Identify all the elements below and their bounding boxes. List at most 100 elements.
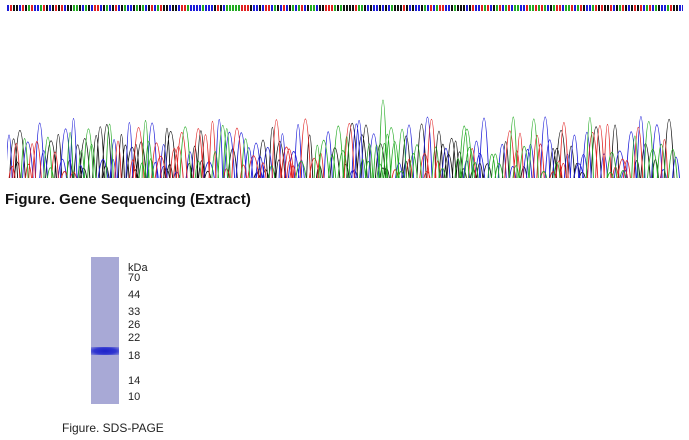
base-call-glyph	[151, 5, 153, 11]
base-call-glyph	[211, 5, 213, 11]
base-call-glyph	[421, 5, 423, 11]
base-call-glyph	[544, 5, 546, 11]
base-call-glyph	[457, 5, 459, 11]
base-call-glyph	[37, 5, 39, 11]
base-call-glyph	[589, 5, 591, 11]
gel-lane	[91, 257, 119, 404]
marker-26: 26	[128, 319, 141, 331]
base-call-glyph	[577, 5, 579, 11]
base-call-glyph	[289, 5, 291, 11]
base-call-glyph	[325, 5, 327, 11]
base-call-glyph	[631, 5, 633, 11]
base-call-glyph	[649, 5, 651, 11]
base-call-glyph	[88, 5, 90, 11]
base-call-glyph	[460, 5, 462, 11]
base-call-glyph	[481, 5, 483, 11]
base-call-glyph	[571, 5, 573, 11]
base-call-glyph	[598, 5, 600, 11]
base-call-glyph	[595, 5, 597, 11]
base-call-glyph	[394, 5, 396, 11]
base-call-glyph	[67, 5, 69, 11]
base-call-glyph	[532, 5, 534, 11]
protein-band	[91, 347, 119, 355]
base-call-glyph	[109, 5, 111, 11]
base-call-glyph	[244, 5, 246, 11]
base-call-glyph	[616, 5, 618, 11]
base-call-glyph	[466, 5, 468, 11]
base-call-glyph	[415, 5, 417, 11]
base-call-glyph	[385, 5, 387, 11]
base-call-glyph	[334, 5, 336, 11]
base-call-glyph	[520, 5, 522, 11]
base-call-glyph	[106, 5, 108, 11]
base-call-glyph	[322, 5, 324, 11]
base-call-glyph	[673, 5, 675, 11]
base-call-glyph	[637, 5, 639, 11]
base-call-glyph	[556, 5, 558, 11]
base-call-glyph	[238, 5, 240, 11]
base-call-glyph	[112, 5, 114, 11]
base-call-glyph	[628, 5, 630, 11]
base-call-glyph	[283, 5, 285, 11]
marker-33: 33	[128, 306, 141, 318]
base-call-glyph	[136, 5, 138, 11]
base-call-glyph	[274, 5, 276, 11]
base-call-glyph	[406, 5, 408, 11]
base-call-glyph	[448, 5, 450, 11]
base-call-glyph	[463, 5, 465, 11]
base-call-glyph	[493, 5, 495, 11]
base-call-glyph	[133, 5, 135, 11]
base-call-glyph	[343, 5, 345, 11]
base-call-glyph	[514, 5, 516, 11]
base-call-glyph	[604, 5, 606, 11]
base-call-glyph	[352, 5, 354, 11]
base-call-glyph	[418, 5, 420, 11]
base-call-glyph	[373, 5, 375, 11]
base-call-glyph	[358, 5, 360, 11]
base-call-glyph	[478, 5, 480, 11]
base-call-glyph	[250, 5, 252, 11]
marker-44: 44	[128, 289, 141, 301]
base-call-glyph	[634, 5, 636, 11]
base-call-glyph	[49, 5, 51, 11]
base-call-glyph	[550, 5, 552, 11]
base-call-glyph	[601, 5, 603, 11]
base-call-glyph	[13, 5, 15, 11]
base-call-glyph	[175, 5, 177, 11]
base-call-glyph	[31, 5, 33, 11]
base-call-glyph	[361, 5, 363, 11]
base-call-glyph	[370, 5, 372, 11]
base-call-glyph	[52, 5, 54, 11]
base-call-glyph	[337, 5, 339, 11]
marker-14: 14	[128, 375, 141, 387]
base-call-glyph	[436, 5, 438, 11]
base-call-glyph	[652, 5, 654, 11]
base-call-glyph	[523, 5, 525, 11]
base-call-glyph	[622, 5, 624, 11]
base-call-glyph	[364, 5, 366, 11]
base-call-glyph	[193, 5, 195, 11]
base-call-glyph	[115, 5, 117, 11]
base-call-glyph	[202, 5, 204, 11]
base-call-glyph	[319, 5, 321, 11]
base-call-glyph	[367, 5, 369, 11]
base-call-glyph	[10, 5, 12, 11]
base-call-glyph	[574, 5, 576, 11]
base-call-glyph	[676, 5, 678, 11]
base-call-glyph	[355, 5, 357, 11]
base-call-glyph	[169, 5, 171, 11]
base-call-glyph	[241, 5, 243, 11]
base-call-glyph	[607, 5, 609, 11]
base-call-glyph	[76, 5, 78, 11]
base-call-glyph	[124, 5, 126, 11]
base-call-glyph	[451, 5, 453, 11]
base-call-glyph	[130, 5, 132, 11]
base-call-glyph	[646, 5, 648, 11]
base-call-glyph	[610, 5, 612, 11]
base-call-glyph	[235, 5, 237, 11]
base-call-glyph	[664, 5, 666, 11]
base-call-glyph	[160, 5, 162, 11]
base-call-glyph	[46, 5, 48, 11]
base-call-glyph	[547, 5, 549, 11]
base-call-glyph	[559, 5, 561, 11]
